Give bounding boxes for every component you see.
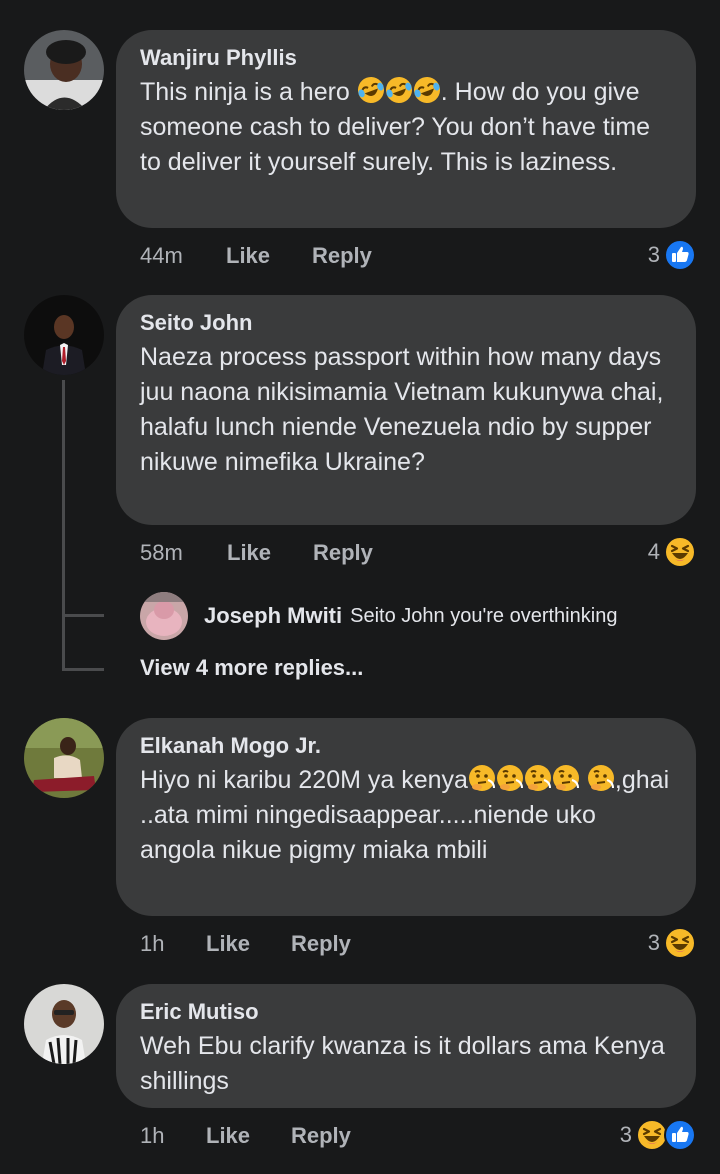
like-button[interactable]: Like xyxy=(206,1121,291,1151)
comment-time[interactable]: 58m xyxy=(140,538,227,568)
comment-text-part: Hiyo ni karibu 220M ya kenya xyxy=(140,766,468,794)
haha-icon xyxy=(664,536,696,568)
like-button[interactable]: Like xyxy=(206,929,291,959)
comment-text: Hiyo ni karibu 220M ya kenya ,ghai ..ata… xyxy=(140,763,672,868)
reaction-summary[interactable]: 3 xyxy=(648,926,696,960)
reply-author[interactable]: Joseph Mwiti xyxy=(204,603,342,629)
comment-bubble: Eric Mutiso Weh Ebu clarify kwanza is it… xyxy=(116,984,696,1108)
like-button[interactable]: Like xyxy=(226,241,312,271)
avatar[interactable] xyxy=(24,30,104,110)
like-icon xyxy=(664,239,696,271)
reply-button[interactable]: Reply xyxy=(291,1121,351,1151)
reaction-summary[interactable]: 3 xyxy=(620,1118,696,1152)
thread-branch xyxy=(62,614,104,617)
comment-author[interactable]: Wanjiru Phyllis xyxy=(140,44,672,72)
reaction-count: 4 xyxy=(647,539,660,564)
comment-time[interactable]: 1h xyxy=(140,929,206,959)
thinking-emoji-icon xyxy=(552,764,580,792)
comment-text: Weh Ebu clarify kwanza is it dollars ama… xyxy=(140,1032,665,1095)
comment-author[interactable]: Elkanah Mogo Jr. xyxy=(140,732,672,760)
thinking-emoji-icon xyxy=(468,764,496,792)
comment-time[interactable]: 1h xyxy=(140,1121,206,1151)
comment-bubble: Seito John Naeza process passport within… xyxy=(116,295,696,525)
reply-preview[interactable]: Joseph Mwiti Seito John you're overthink… xyxy=(140,590,617,642)
reply-button[interactable]: Reply xyxy=(291,929,351,959)
comment-text: Naeza process passport within how many d… xyxy=(140,343,664,476)
reply-button[interactable]: Reply xyxy=(312,241,372,271)
thinking-emoji-icon xyxy=(587,764,615,792)
thinking-emoji-icon xyxy=(496,764,524,792)
reaction-count: 3 xyxy=(647,930,660,955)
like-icon xyxy=(664,1119,696,1151)
thread-branch xyxy=(62,668,104,671)
avatar[interactable] xyxy=(140,592,188,640)
reaction-summary[interactable]: 4 xyxy=(648,535,696,569)
reaction-count: 3 xyxy=(647,242,660,267)
avatar[interactable] xyxy=(24,295,104,375)
like-button[interactable]: Like xyxy=(227,538,313,568)
comment-author[interactable]: Eric Mutiso xyxy=(140,998,672,1026)
laughing-emoji-icon xyxy=(385,76,413,104)
avatar[interactable] xyxy=(24,984,104,1064)
comment-text: This ninja is a hero . How do you give s… xyxy=(140,75,672,180)
reply-text: Seito John you're overthinking xyxy=(350,604,618,627)
reaction-count: 3 xyxy=(619,1122,632,1147)
reaction-summary[interactable]: 3 xyxy=(648,238,696,272)
laughing-emoji-icon xyxy=(357,76,385,104)
comment-author[interactable]: Seito John xyxy=(140,309,672,337)
comment-actions: 44m Like Reply xyxy=(140,241,372,271)
thinking-emoji-icon xyxy=(524,764,552,792)
haha-icon xyxy=(664,927,696,959)
comment-bubble: Elkanah Mogo Jr. Hiyo ni karibu 220M ya … xyxy=(116,718,696,916)
comment-bubble: Wanjiru Phyllis This ninja is a hero . H… xyxy=(116,30,696,228)
view-more-replies-link[interactable]: View 4 more replies... xyxy=(140,655,363,681)
thread-line xyxy=(62,380,65,670)
comment-time[interactable]: 44m xyxy=(140,241,226,271)
comment-actions: 1h Like Reply xyxy=(140,929,351,959)
comment-text-part: This ninja is a hero xyxy=(140,78,357,106)
reply-button[interactable]: Reply xyxy=(313,538,373,568)
comment-actions: 1h Like Reply xyxy=(140,1121,351,1151)
avatar[interactable] xyxy=(24,718,104,798)
comment-actions: 58m Like Reply xyxy=(140,538,373,568)
laughing-emoji-icon xyxy=(413,76,441,104)
